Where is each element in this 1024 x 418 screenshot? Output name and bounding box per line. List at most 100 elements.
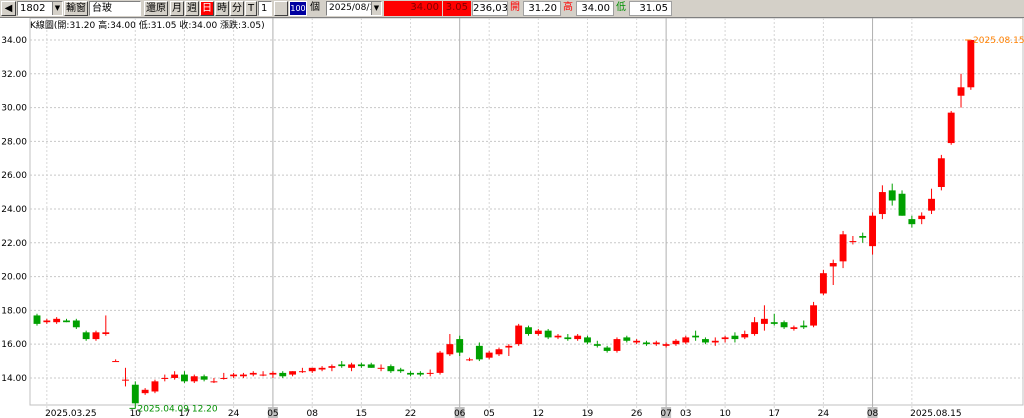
candle-body[interactable]: [397, 369, 405, 372]
blank-button[interactable]: [274, 1, 288, 16]
week-button[interactable]: 週: [185, 1, 199, 16]
candle-body[interactable]: [721, 337, 729, 340]
candle-body[interactable]: [338, 364, 346, 367]
candle-body[interactable]: [534, 330, 542, 335]
candle-body[interactable]: [446, 344, 454, 355]
candle-body[interactable]: [239, 374, 247, 377]
candle-body[interactable]: [92, 332, 100, 340]
candle-body[interactable]: [259, 374, 267, 376]
candle-body[interactable]: [829, 263, 837, 267]
candle-body[interactable]: [603, 347, 611, 351]
candle-body[interactable]: [701, 339, 709, 343]
menu-button[interactable]: 輸窗: [64, 1, 88, 16]
candle-body[interactable]: [790, 327, 798, 329]
candle-body[interactable]: [505, 345, 513, 348]
candle-body[interactable]: [328, 366, 336, 368]
candle-body[interactable]: [377, 367, 385, 369]
candle-body[interactable]: [780, 322, 788, 328]
candle-body[interactable]: [751, 322, 759, 335]
candle-body[interactable]: [859, 236, 867, 238]
candle-body[interactable]: [387, 366, 395, 372]
candle-body[interactable]: [711, 340, 719, 343]
candle-body[interactable]: [190, 376, 198, 382]
candle-body[interactable]: [584, 337, 591, 343]
candle-body[interactable]: [131, 384, 139, 404]
day-button[interactable]: 日: [200, 1, 214, 16]
candle-body[interactable]: [937, 158, 945, 187]
candle-body[interactable]: [593, 344, 601, 346]
candle-body[interactable]: [269, 372, 277, 375]
candle-body[interactable]: [416, 372, 424, 375]
candle-body[interactable]: [279, 372, 287, 377]
tick-button[interactable]: T: [245, 1, 257, 16]
candle-body[interactable]: [839, 234, 847, 262]
candle-body[interactable]: [407, 372, 414, 375]
candle-body[interactable]: [436, 352, 444, 373]
candle-body[interactable]: [122, 379, 129, 381]
candle-body[interactable]: [525, 327, 532, 335]
candle-body[interactable]: [908, 219, 916, 225]
candle-body[interactable]: [849, 241, 857, 243]
candle-body[interactable]: [102, 332, 110, 335]
candle-body[interactable]: [810, 305, 818, 326]
month-button[interactable]: 月: [170, 1, 184, 16]
candle-body[interactable]: [43, 320, 51, 323]
candle-body[interactable]: [731, 335, 739, 340]
candle-body[interactable]: [633, 340, 641, 343]
candle-body[interactable]: [161, 377, 169, 379]
chevron-down-icon[interactable]: ▼: [371, 2, 381, 15]
candle-body[interactable]: [760, 318, 768, 324]
candle-body[interactable]: [475, 345, 483, 360]
candlestick-chart[interactable]: 14.00 16.00 18.00 20.00 22.00 24.00 26.00 28.00…: [0, 18, 1024, 418]
candle-body[interactable]: [426, 372, 434, 374]
candle-body[interactable]: [574, 335, 582, 340]
candle-body[interactable]: [112, 361, 120, 363]
candle-body[interactable]: [82, 332, 90, 340]
candle-body[interactable]: [230, 374, 238, 377]
candle-body[interactable]: [623, 337, 631, 341]
candle-body[interactable]: [888, 190, 896, 201]
candle-body[interactable]: [495, 349, 503, 355]
stock-name-field[interactable]: 台玻: [89, 1, 141, 16]
candle-body[interactable]: [200, 376, 208, 380]
candle-body[interactable]: [672, 340, 680, 345]
candle-body[interactable]: [652, 342, 660, 345]
candle-body[interactable]: [918, 215, 926, 220]
candle-body[interactable]: [967, 39, 975, 88]
candle-body[interactable]: [692, 335, 700, 338]
candle-body[interactable]: [869, 215, 876, 247]
symbol-select[interactable]: 1802 ▼: [17, 1, 63, 16]
candle-body[interactable]: [819, 273, 827, 294]
candle-body[interactable]: [298, 371, 306, 373]
candle-body[interactable]: [357, 364, 365, 367]
candle-body[interactable]: [800, 325, 808, 328]
candle-body[interactable]: [220, 377, 228, 379]
candle-body[interactable]: [308, 367, 316, 372]
hour-button[interactable]: 時: [215, 1, 229, 16]
candle-body[interactable]: [662, 344, 670, 346]
chevron-down-icon[interactable]: ▼: [52, 2, 62, 15]
candle-body[interactable]: [181, 374, 188, 382]
date-select[interactable]: 2025/08/15 ▼: [326, 1, 382, 16]
candle-body[interactable]: [682, 337, 690, 343]
candle-body[interactable]: [367, 364, 375, 368]
candle-body[interactable]: [898, 193, 906, 216]
candle-body[interactable]: [515, 325, 523, 345]
candle-body[interactable]: [141, 389, 149, 394]
interval-input[interactable]: 1: [258, 1, 272, 16]
candle-body[interactable]: [33, 315, 41, 324]
candle-body[interactable]: [53, 318, 61, 323]
candle-body[interactable]: [544, 330, 552, 338]
candle-body[interactable]: [770, 322, 778, 324]
candle-body[interactable]: [643, 342, 650, 345]
candle-body[interactable]: [151, 381, 159, 392]
candle-body[interactable]: [564, 337, 572, 340]
candle-body[interactable]: [210, 381, 218, 383]
back-button[interactable]: ◀: [1, 1, 16, 16]
candle-body[interactable]: [485, 352, 493, 358]
candle-body[interactable]: [928, 198, 935, 211]
candle-body[interactable]: [554, 335, 562, 338]
candle-body[interactable]: [249, 372, 257, 375]
restore-button[interactable]: 還原: [144, 1, 168, 16]
candle-body[interactable]: [289, 371, 297, 375]
